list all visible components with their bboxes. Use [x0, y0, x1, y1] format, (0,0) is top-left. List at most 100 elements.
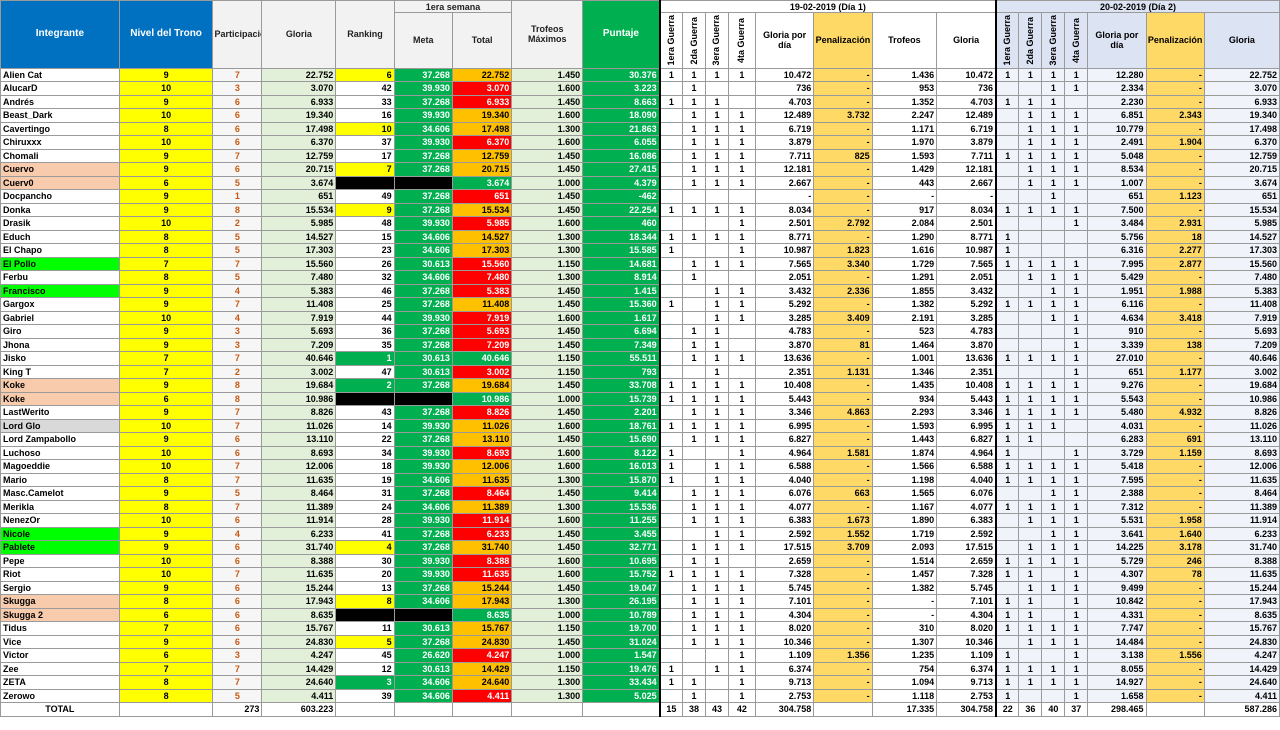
cell-penalizacion-d2: - [1145, 472, 1205, 488]
cell-integrante: Francisco [0, 283, 120, 299]
cell-g2-d1 [682, 526, 706, 542]
cell-nivel: 10 [118, 108, 214, 123]
cell-puntaje: 8.663 [582, 94, 661, 110]
cell-g4-d1: 1 [727, 567, 756, 582]
cell-meta: 37.268 [393, 283, 453, 299]
cell-g4-d2: 1 [1064, 499, 1089, 515]
cell-g1-d1: 1 [658, 391, 684, 407]
cell-trofeos-d1: 754 [871, 661, 938, 677]
cell-penalizacion-d1: - [813, 351, 873, 366]
cell-trofeos-max: 1.150 [511, 661, 584, 677]
cell-integrante: Nicole [0, 526, 120, 542]
cell-g1-d1 [658, 108, 684, 123]
cell-ranking: 3 [335, 675, 395, 690]
cell-nivel: 9 [118, 148, 214, 164]
cell-trofeos-d1: 1.290 [871, 229, 938, 245]
cell-g1-d2: 1 [995, 67, 1020, 83]
cell-gloria-d2: 12.006 [1203, 459, 1280, 474]
cell-penalizacion-d1: - [813, 324, 873, 339]
cell-g4-d2: 1 [1064, 351, 1089, 366]
header-4ta-guerra-d1: 4ta Guerra [727, 12, 756, 69]
cell-nivel: 6 [118, 391, 214, 407]
cell-g3-d2 [1041, 364, 1066, 380]
cell-puntaje: 18.090 [582, 108, 661, 123]
cell-total: 11.026 [451, 418, 513, 434]
cell-gloria: 11.635 [261, 472, 337, 488]
cell-trofeos-max: 1.600 [511, 310, 584, 326]
cell-puntaje: 22.254 [582, 202, 661, 218]
cell-puntaje: 9.414 [582, 486, 661, 501]
cell-gloria-dia-d2: 27.010 [1087, 351, 1147, 366]
cell-gloria-dia-d1: 4.040 [754, 472, 815, 488]
cell-g4-d1: 1 [727, 175, 756, 191]
cell-g2-d2 [1018, 310, 1043, 326]
cell-integrante: Giro [0, 324, 120, 339]
cell-gloria-d1: 17.515 [936, 540, 997, 555]
cell-puntaje: 16.086 [582, 148, 661, 164]
cell-meta: 37.268 [393, 526, 453, 542]
cell-g2-d2: 1 [1018, 661, 1043, 677]
cell-gloria: 5.693 [261, 324, 337, 339]
cell-gloria-d2: 24.830 [1203, 634, 1280, 650]
cell-g2-d2 [1018, 81, 1043, 96]
cell-gloria-d1: 3.285 [936, 310, 997, 326]
cell-puntaje: 19.047 [582, 580, 661, 596]
cell-g1-d2: 1 [995, 567, 1020, 582]
cell-g4-d1: 1 [727, 445, 756, 461]
cell-g4-d1: 1 [727, 310, 756, 326]
cell-ranking: 26 [335, 256, 395, 272]
cell-trofeos-max: 1.450 [511, 378, 584, 393]
cell-participacion: 6 [212, 94, 263, 110]
cell-g2-d1 [682, 189, 706, 204]
cell-total: 10.986 [451, 391, 513, 407]
cell-gloria-d1: 6.076 [936, 486, 997, 501]
cell-gloria-d1: 4.077 [936, 499, 997, 515]
cell-meta: 34.606 [393, 499, 453, 515]
cell-total: 15.560 [451, 256, 513, 272]
cell-g4-d2 [1064, 94, 1089, 110]
cell-participacion: 7 [212, 405, 263, 420]
cell-penalizacion-d2: 2.277 [1145, 243, 1205, 258]
cell-penalizacion-d2: 78 [1145, 567, 1205, 582]
cell-g4-d1 [727, 270, 756, 285]
cell-ranking [335, 391, 395, 407]
table-row: El Pollo 7 7 15.560 26 30.613 15.560 1.150 14.68… [0, 256, 1280, 272]
cell-gloria-d2: 15.244 [1203, 580, 1280, 596]
cell-gloria-d1: 1.109 [936, 648, 997, 663]
table-row: Francisco 9 4 5.383 46 37.268 5.383 1.450 1.415 1… [0, 283, 1280, 299]
cell-g3-d2: 1 [1041, 81, 1066, 96]
cell-gloria-dia-d2: 3.641 [1087, 526, 1147, 542]
cell-g4-d2: 1 [1064, 405, 1089, 420]
table-row: Gabriel 10 4 7.919 44 39.930 7.919 1.600 1.617 1 1… [0, 310, 1280, 326]
cell-gloria: 5.985 [261, 216, 337, 231]
cell-participacion: 5 [212, 270, 263, 285]
cell-trofeos-max: 1.300 [511, 499, 584, 515]
cell-g1-d2 [995, 337, 1020, 353]
cell-meta [393, 175, 453, 191]
cell-g3-d1 [705, 216, 729, 231]
cell-g1-d1 [658, 283, 684, 299]
cell-total: 4.247 [451, 648, 513, 663]
cell-penalizacion-d1: - [813, 418, 873, 434]
cell-nivel: 9 [118, 67, 214, 83]
totals-g1-d2: 22 [995, 702, 1020, 717]
cell-gloria-d2: 5.985 [1203, 216, 1280, 231]
totals-penalizacion-d1 [813, 702, 873, 717]
cell-integrante: Tidus [0, 621, 120, 636]
cell-gloria-d2: 11.026 [1203, 418, 1280, 434]
totals-gloria-d2: 587.286 [1203, 702, 1280, 717]
cell-nivel: 8 [118, 229, 214, 245]
cell-g1-d1 [658, 499, 684, 515]
cell-meta: 39.930 [393, 553, 453, 569]
cell-puntaje: 15.739 [582, 391, 661, 407]
cell-nivel: 9 [118, 634, 214, 650]
cell-gloria-d2: 19.684 [1203, 378, 1280, 393]
cell-meta: 37.268 [393, 94, 453, 110]
cell-gloria-d2: 11.635 [1203, 567, 1280, 582]
cell-gloria: 12.759 [261, 148, 337, 164]
totals-label: TOTAL [0, 702, 120, 717]
cell-integrante: Chomali [0, 148, 120, 164]
cell-trofeos-max: 1.300 [511, 472, 584, 488]
cell-integrante: Zerowo [0, 688, 120, 704]
cell-total: 24.830 [451, 634, 513, 650]
